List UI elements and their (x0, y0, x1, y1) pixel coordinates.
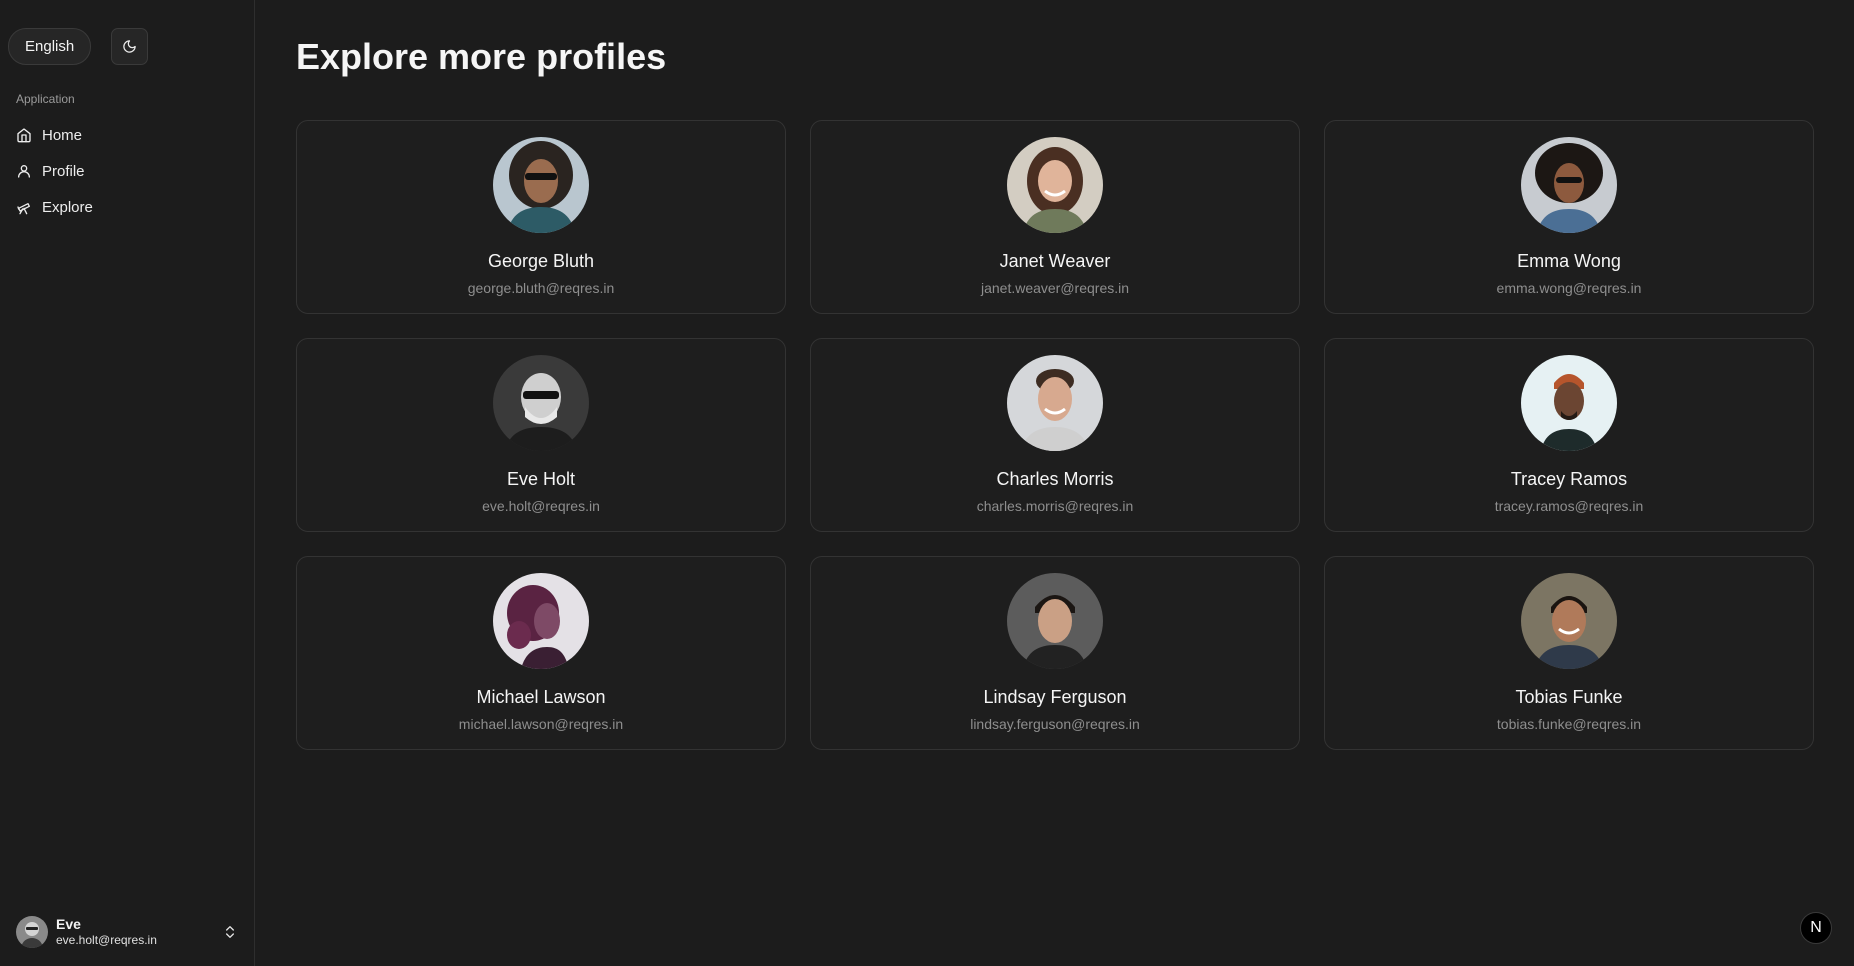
profile-card[interactable]: Eve Holt eve.holt@reqres.in (296, 338, 786, 532)
profile-email: tracey.ramos@reqres.in (1494, 498, 1644, 514)
profile-name: Eve Holt (506, 469, 576, 489)
profile-card[interactable]: Michael Lawson michael.lawson@reqres.in (296, 556, 786, 750)
sidebar-item-label: Explore (42, 198, 93, 216)
avatar (493, 137, 589, 233)
home-icon (17, 128, 31, 143)
sidebar-item-home[interactable]: Home (8, 117, 246, 153)
avatar (1521, 355, 1617, 451)
sidebar: English Application Home Profile Explore… (0, 0, 255, 966)
profile-email: eve.holt@reqres.in (482, 498, 600, 514)
profile-email: michael.lawson@reqres.in (458, 716, 624, 732)
profile-card[interactable]: Tracey Ramos tracey.ramos@reqres.in (1324, 338, 1814, 532)
user-name: Eve (56, 916, 81, 933)
avatar (1007, 137, 1103, 233)
profile-email: janet.weaver@reqres.in (980, 280, 1130, 296)
profile-card[interactable]: Emma Wong emma.wong@reqres.in (1324, 120, 1814, 314)
avatar (16, 916, 48, 948)
avatar (1007, 573, 1103, 669)
sidebar-item-label: Profile (42, 162, 85, 180)
profile-email: charles.morris@reqres.in (976, 498, 1134, 514)
avatar (1521, 573, 1617, 669)
sidebar-item-explore[interactable]: Explore (8, 189, 246, 225)
avatar (1521, 137, 1617, 233)
sidebar-nav: Home Profile Explore (8, 117, 246, 225)
telescope-icon (17, 203, 30, 215)
profile-card[interactable]: Tobias Funke tobias.funke@reqres.in (1324, 556, 1814, 750)
avatar (493, 573, 589, 669)
sidebar-item-label: Home (42, 126, 83, 144)
profile-name: George Bluth (487, 251, 595, 271)
moon-icon (123, 40, 136, 53)
chevrons-up-down-icon (226, 926, 234, 938)
sidebar-group-label: Application (16, 92, 75, 106)
profile-email: lindsay.ferguson@reqres.in (970, 716, 1140, 732)
profile-name: Tracey Ramos (1510, 469, 1628, 489)
profile-name: Emma Wong (1517, 251, 1621, 271)
profile-name: Michael Lawson (476, 687, 606, 707)
profile-name: Tobias Funke (1515, 687, 1623, 707)
sidebar-top-controls: English (8, 28, 149, 65)
profile-card[interactable]: George Bluth george.bluth@reqres.in (296, 120, 786, 314)
profile-name: Lindsay Ferguson (983, 687, 1127, 707)
user-menu[interactable]: Eve eve.holt@reqres.in (8, 908, 246, 956)
profile-card[interactable]: Lindsay Ferguson lindsay.ferguson@reqres… (810, 556, 1300, 750)
nextjs-dev-badge[interactable]: N (1800, 912, 1832, 944)
profile-name: Charles Morris (996, 469, 1114, 489)
profile-card[interactable]: Janet Weaver janet.weaver@reqres.in (810, 120, 1300, 314)
profile-email: tobias.funke@reqres.in (1496, 716, 1642, 732)
avatar (493, 355, 589, 451)
profile-card[interactable]: Charles Morris charles.morris@reqres.in (810, 338, 1300, 532)
language-button[interactable]: English (8, 28, 92, 65)
profile-grid: George Bluth george.bluth@reqres.in Jane… (296, 120, 1814, 750)
theme-toggle-button[interactable] (111, 28, 149, 65)
avatar (1007, 355, 1103, 451)
profile-email: emma.wong@reqres.in (1496, 280, 1642, 296)
sidebar-item-profile[interactable]: Profile (8, 153, 246, 189)
user-email: eve.holt@reqres.in (56, 933, 157, 948)
profile-email: george.bluth@reqres.in (467, 280, 615, 296)
profile-name: Janet Weaver (999, 251, 1111, 271)
user-info: Eve eve.holt@reqres.in (56, 916, 214, 947)
user-icon (18, 165, 30, 178)
page-title: Explore more profiles (296, 36, 667, 77)
